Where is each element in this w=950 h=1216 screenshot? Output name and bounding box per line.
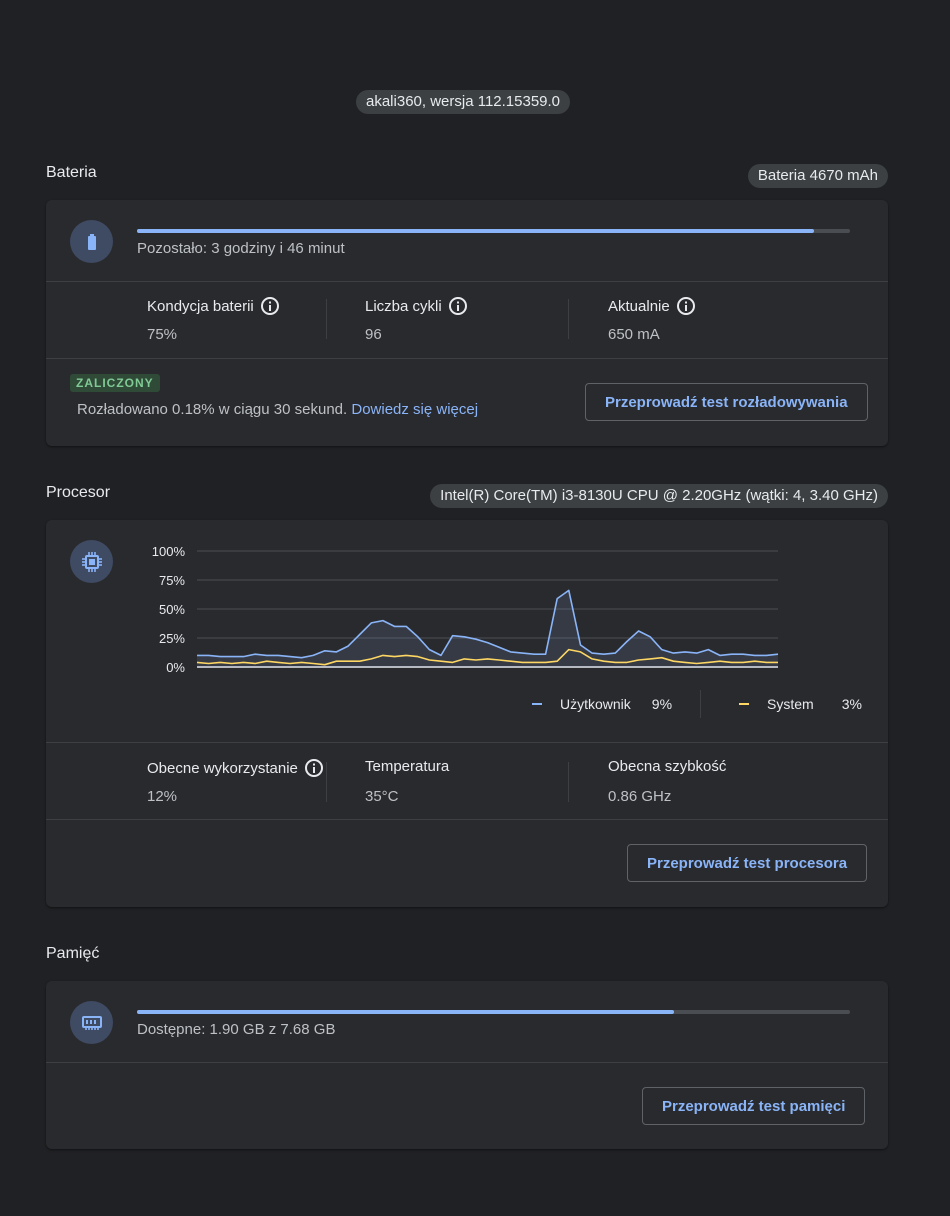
battery-progress-bar bbox=[137, 229, 850, 233]
battery-section-title: Bateria bbox=[46, 164, 97, 181]
run-cpu-test-button[interactable]: Przeprowadź test procesora bbox=[627, 844, 868, 882]
y-tick-label: 75% bbox=[159, 573, 185, 588]
cycle-count-value: 96 bbox=[365, 326, 382, 343]
info-icon[interactable] bbox=[260, 296, 280, 316]
info-icon[interactable] bbox=[448, 296, 468, 316]
passed-badge: ZALICZONY bbox=[70, 374, 160, 392]
separator bbox=[700, 690, 701, 718]
memory-progress-bar bbox=[137, 1010, 850, 1014]
current-speed-label: Obecna szybkość bbox=[608, 758, 727, 775]
legend-swatch-system bbox=[739, 703, 749, 705]
legend-user-value: 9% bbox=[651, 696, 673, 712]
y-tick-label: 25% bbox=[159, 631, 185, 646]
discharge-result: Rozładowano 0.18% w ciągu 30 sekund. Dow… bbox=[77, 401, 478, 418]
y-tick-label: 50% bbox=[159, 602, 185, 617]
battery-health-label: Kondycja baterii bbox=[147, 296, 280, 316]
cpu-model-badge: Intel(R) Core(TM) i3-8130U CPU @ 2.20GHz… bbox=[430, 484, 888, 508]
divider bbox=[46, 281, 888, 282]
divider bbox=[46, 742, 888, 743]
info-icon[interactable] bbox=[676, 296, 696, 316]
legend-system-value: 3% bbox=[841, 696, 862, 712]
battery-remaining-text: Pozostało: 3 godziny i 46 minut bbox=[137, 240, 345, 257]
memory-available-text: Dostępne: 1.90 GB z 7.68 GB bbox=[137, 1021, 336, 1038]
separator bbox=[326, 762, 327, 802]
cpu-section-title: Procesor bbox=[46, 484, 111, 501]
y-tick-label: 100% bbox=[152, 544, 186, 559]
cpu-card: 100% 75% 50% 25% 0% Użytkownik 9% System 3% … bbox=[46, 520, 888, 907]
current-label: Aktualnie bbox=[608, 296, 696, 316]
legend-user: Użytkownik 9% bbox=[532, 696, 672, 712]
battery-health-value: 75% bbox=[147, 326, 178, 343]
version-badge: akali360, wersja 112.15359.0 bbox=[356, 90, 571, 114]
stat-label-text: Aktualnie bbox=[608, 297, 670, 315]
memory-card: Dostępne: 1.90 GB z 7.68 GB Przeprowadź … bbox=[46, 981, 888, 1149]
info-icon[interactable] bbox=[304, 758, 324, 778]
current-usage-label: Obecne wykorzystanie bbox=[147, 758, 324, 778]
memory-progress-fill bbox=[137, 1010, 674, 1014]
legend-user-label: Użytkownik bbox=[560, 696, 631, 712]
memory-ram-icon bbox=[70, 1001, 113, 1044]
battery-card: Pozostało: 3 godziny i 46 minut Kondycja… bbox=[46, 200, 888, 446]
battery-icon bbox=[70, 220, 113, 263]
divider bbox=[46, 1062, 888, 1063]
memory-section-title: Pamięć bbox=[46, 945, 100, 962]
battery-progress-fill bbox=[137, 229, 815, 233]
legend-swatch-user bbox=[532, 703, 542, 705]
discharge-result-text: Rozładowano 0.18% w ciągu 30 sekund. bbox=[77, 401, 348, 418]
run-memory-test-button[interactable]: Przeprowadź test pamięci bbox=[642, 1087, 866, 1125]
current-speed-value: 0.86 GHz bbox=[608, 788, 672, 805]
legend-system-label: System bbox=[767, 696, 814, 712]
battery-capacity-badge: Bateria 4670 mAh bbox=[747, 164, 888, 188]
separator bbox=[568, 762, 569, 802]
temperature-value: 35°C bbox=[365, 788, 399, 805]
separator bbox=[326, 299, 327, 339]
stat-label-text: Kondycja baterii bbox=[147, 297, 254, 315]
cycle-count-label: Liczba cykli bbox=[365, 296, 468, 316]
stat-label-text: Obecne wykorzystanie bbox=[147, 759, 298, 777]
temperature-label: Temperatura bbox=[365, 758, 450, 775]
learn-more-link[interactable]: Dowiedz się więcej bbox=[351, 401, 478, 418]
current-value: 650 mA bbox=[608, 326, 660, 343]
y-tick-label: 0% bbox=[166, 660, 185, 675]
run-discharge-test-button[interactable]: Przeprowadź test rozładowywania bbox=[585, 383, 868, 421]
separator bbox=[568, 299, 569, 339]
discharge-test-area: ZALICZONY Rozładowano 0.18% w ciągu 30 s… bbox=[46, 358, 888, 446]
current-usage-value: 12% bbox=[147, 788, 178, 805]
legend-system: System 3% bbox=[739, 696, 862, 712]
divider bbox=[46, 819, 888, 820]
cpu-usage-chart: 100% 75% 50% 25% 0% bbox=[152, 544, 779, 675]
stat-label-text: Liczba cykli bbox=[365, 297, 442, 315]
